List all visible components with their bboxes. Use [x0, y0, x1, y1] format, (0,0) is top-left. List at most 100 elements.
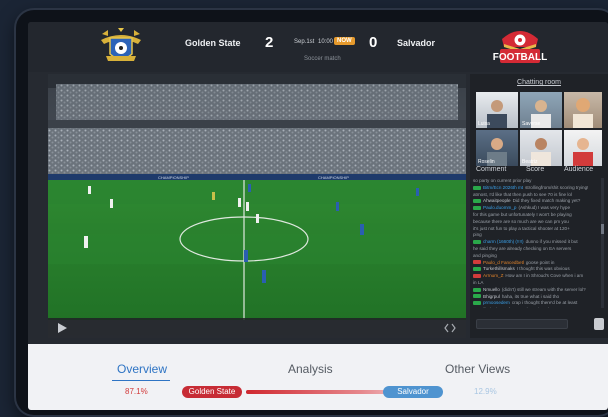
chat-text: 10 mili playing unfortunately ye' in 60h… [473, 307, 571, 308]
tab-score[interactable]: Score [526, 166, 544, 173]
away-team-pill[interactable]: Salvador [383, 386, 443, 398]
app-screen: Golden State 2 Sep.1st 10:00 NOW 0 Salva… [28, 22, 608, 410]
chat-message: Arrnum_Z How am I in Shroud's Cove when i… [473, 273, 599, 280]
chat-username[interactable]: Paulo_d Fancedbetl [483, 260, 524, 265]
chat-text: crap i thought there'd be at least [511, 300, 578, 306]
chat-input[interactable] [476, 319, 568, 329]
chat-text: strollingfrom/shit scoring trying! [525, 184, 589, 190]
chat-text: in LA [473, 279, 484, 285]
chat-message: so party on current prior play [473, 178, 599, 185]
chat-message: ping [473, 232, 599, 239]
chat-username[interactable]: charm (1660th) (!!!!) [483, 239, 524, 244]
chat-scrollbar[interactable] [601, 178, 604, 308]
match-type-label: Soccer match [304, 56, 341, 62]
tab-audience[interactable]: Audience [564, 166, 593, 173]
chat-text: (Ashkud) I was very hype [518, 205, 571, 211]
home-team-pill[interactable]: Golden State [182, 386, 242, 398]
participant-name: Saverse [522, 121, 541, 127]
fullscreen-icon[interactable] [444, 322, 456, 334]
user-level-badge [473, 260, 481, 265]
pitch-banner-left: CHAMPIONSHIP [158, 175, 189, 180]
tab-comment[interactable]: Comment [476, 166, 506, 173]
chat-message: he said they are already checking on EA … [473, 246, 599, 253]
user-level-badge [473, 185, 481, 190]
match-time: 10:00 [318, 39, 334, 45]
chat-message: atmost, I'd like that then push to see 7… [473, 192, 599, 199]
participant-tile[interactable] [564, 130, 602, 166]
match-video-frame: CHAMPIONSHIP CHAMPIONSHIP [48, 74, 466, 338]
chat-username[interactable]: Bhigrpul [483, 294, 500, 299]
chat-text: goose point in [525, 259, 555, 265]
chat-text: because there are so much are we can pm … [473, 218, 569, 224]
live-status-badge: NOW [334, 37, 355, 45]
chat-message: in LA [473, 280, 599, 287]
chat-username[interactable]: Bitm/Ecn 2026th mt [483, 185, 523, 190]
chat-username[interactable]: Paulo.duomm_p [483, 205, 516, 210]
chat-text: (didn't) still we stream with the server… [501, 286, 586, 292]
chat-username[interactable]: Ahwaitpeople [483, 198, 511, 203]
chat-username[interactable]: prmoosedem [483, 300, 510, 305]
away-score: 0 [369, 34, 378, 51]
chat-message: Nmuello (didn't) still we stream with the… [473, 287, 599, 294]
home-team-name: Golden State [185, 38, 241, 48]
match-header: Golden State 2 Sep.1st 10:00 NOW 0 Salva… [28, 22, 608, 72]
chat-text: atmost, I'd like that then push to see 7… [473, 191, 572, 197]
video-control-bar [48, 318, 466, 338]
participant-tile[interactable]: Luisa [476, 92, 518, 128]
football-logo-text: FOOTBALL [493, 52, 547, 63]
chat-text: I thought this was obvious [516, 266, 570, 272]
tab-overview[interactable]: Overview [117, 362, 167, 376]
chat-message: because there are so much are we can pm … [473, 219, 599, 226]
participant-tile[interactable]: Beatriz [520, 130, 562, 166]
chat-text: Did they fixed match making yet? [512, 198, 581, 204]
match-date: Sep.1st [294, 39, 315, 45]
away-vote-percent: 12.9% [474, 387, 497, 396]
user-level-badge [473, 301, 481, 306]
chat-message: Bhigrpul haha, its true what i said tho [473, 294, 599, 301]
chat-username[interactable]: Nmuello [483, 287, 500, 292]
chat-text: dunno if you missed it but [525, 239, 578, 245]
chat-panel: Chatting room Luisa Saverse Roselin Beat… [470, 74, 608, 338]
chat-username[interactable]: Turkethillsmaks [483, 266, 515, 271]
chat-message: for this game but unfortunately I won't … [473, 212, 599, 219]
chat-text: and pinging [473, 252, 497, 258]
crest-icon [101, 28, 141, 61]
pitch-banner-right: CHAMPIONSHIP [318, 175, 349, 180]
home-vote-percent: 87.1% [125, 387, 148, 396]
chat-text: it's just not fun to play a tactical sho… [473, 225, 570, 231]
chat-title: Chatting room [517, 79, 561, 86]
participant-name: Roselin [478, 159, 495, 165]
chat-text: so party on current prior play [473, 178, 532, 183]
tab-other-views[interactable]: Other Views [445, 362, 510, 376]
chat-scroll-thumb[interactable] [601, 224, 604, 234]
chat-message: 10 mili playing unfortunately ye' in 60h… [473, 307, 599, 308]
active-tab-indicator [112, 380, 170, 381]
tab-analysis[interactable]: Analysis [288, 362, 333, 376]
play-icon[interactable] [56, 322, 68, 334]
chat-text: haha, its true what i said tho [501, 293, 560, 299]
chat-message: Turkethillsmaks I thought this was obviou… [473, 266, 599, 273]
football-logo-icon: FOOTBALL [493, 31, 547, 63]
participant-tile[interactable]: Roselin [476, 130, 518, 166]
home-score: 2 [265, 34, 274, 51]
chat-text: for this game but unfortunately I won't … [473, 211, 572, 217]
user-level-badge [473, 294, 481, 299]
away-team-name: Salvador [397, 38, 436, 48]
send-icon[interactable] [594, 318, 604, 330]
user-level-badge [473, 239, 481, 244]
video-player[interactable]: CHAMPIONSHIP CHAMPIONSHIP [48, 74, 466, 338]
chat-message: Paulo.duomm_p (Ashkud) I was very hype [473, 205, 599, 212]
participant-tile[interactable]: Saverse [520, 92, 562, 128]
user-level-badge [473, 273, 481, 278]
chat-text: ping [473, 232, 482, 238]
user-level-badge [473, 199, 481, 204]
participant-tile[interactable] [564, 92, 602, 128]
user-level-badge [473, 205, 481, 210]
chat-message-list[interactable]: so party on current prior play Bitm/Ecn 2… [473, 178, 599, 308]
chat-message: Ahwaitpeople Did they fixed match making … [473, 198, 599, 205]
chat-username[interactable]: Arrnum_Z [483, 273, 503, 278]
chat-message: it's just not fun to play a tactical sho… [473, 226, 599, 233]
user-level-badge [473, 287, 481, 292]
chat-message: prmoosedem crap i thought there'd be at l… [473, 300, 599, 307]
stats-bar: Overview Analysis Other Views 87.1% Gold… [28, 344, 608, 410]
